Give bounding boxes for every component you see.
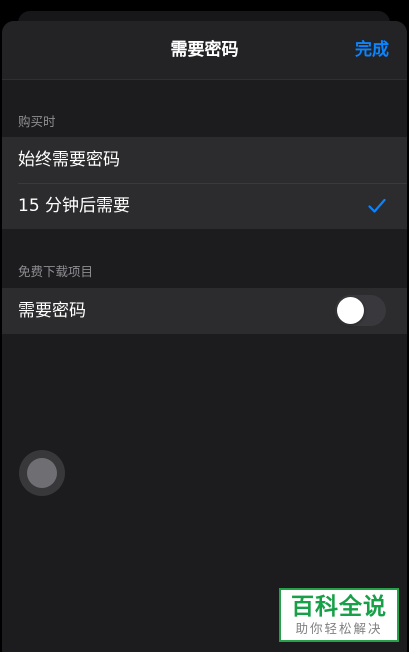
checkmark-icon	[368, 198, 386, 213]
option-label: 15 分钟后需要	[18, 196, 131, 216]
option-label: 始终需要密码	[18, 150, 120, 170]
require-password-row: 需要密码	[2, 288, 407, 334]
page-title: 需要密码	[170, 40, 239, 60]
navigation-bar: 需要密码 完成	[2, 21, 407, 80]
assistive-touch-inner	[27, 458, 57, 488]
option-always-require[interactable]: 始终需要密码	[2, 137, 407, 183]
assistive-touch-icon[interactable]	[19, 450, 65, 496]
free-downloads-group: 需要密码	[2, 288, 407, 334]
purchases-options-group: 始终需要密码 15 分钟后需要	[2, 137, 407, 229]
option-require-after-15-min[interactable]: 15 分钟后需要	[2, 183, 407, 229]
section-header-free-downloads: 免费下载项目	[18, 264, 94, 279]
require-password-toggle[interactable]	[335, 295, 386, 326]
password-settings-sheet: 需要密码 完成 购买时 始终需要密码 15 分钟后需要 免费下载项目 需要密码	[2, 21, 407, 652]
toggle-knob	[337, 297, 364, 324]
watermark-logo: 百科全说 助你轻松解决	[279, 588, 399, 642]
option-label: 需要密码	[18, 301, 86, 321]
watermark-subtitle: 助你轻松解决	[295, 621, 383, 636]
watermark-title: 百科全说	[291, 594, 387, 620]
done-button[interactable]: 完成	[355, 39, 389, 61]
section-header-purchases: 购买时	[18, 114, 56, 129]
